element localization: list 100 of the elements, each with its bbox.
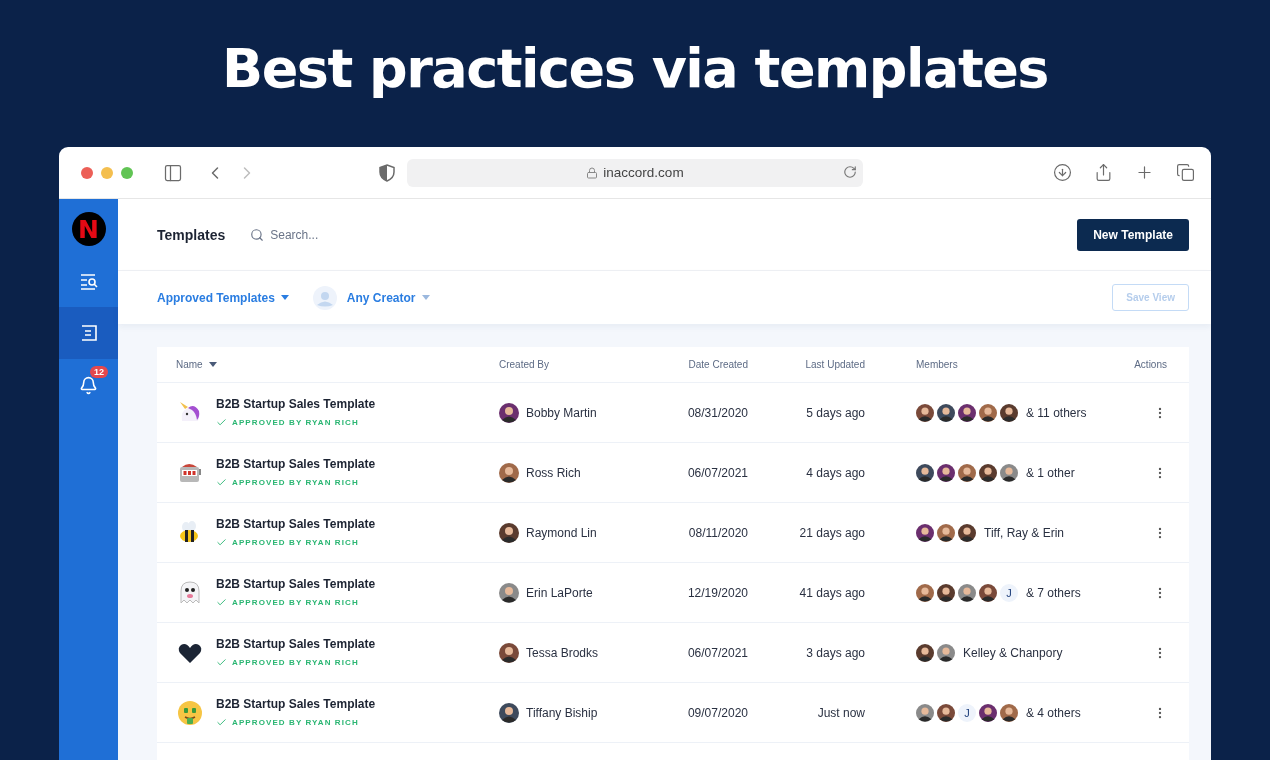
column-header[interactable]: Actions [1134,359,1167,370]
date-created: 06/07/2021 [687,465,748,480]
member-avatar [1000,463,1018,482]
member-avatar [958,403,976,422]
status-filter[interactable]: Approved Templates [157,290,289,305]
template-name[interactable]: B2B Startup Sales Template [216,637,376,651]
caret-icon [421,295,430,300]
member-avatar [979,403,997,422]
sidebar-item[interactable]: 12 [59,359,118,411]
share-icon[interactable] [1094,163,1113,182]
date-created: 12/19/2020 [687,585,748,600]
member-avatar [979,463,997,482]
creator-name: Bobby Martin [526,405,597,420]
approval-status: APPROVED BY RYAN RICH [232,418,359,427]
last-updated: Just now [817,705,865,720]
sidebar-item[interactable] [59,307,118,359]
date-created: 06/07/2021 [687,645,748,660]
member-avatar [916,643,934,662]
column-header[interactable]: Last Updated [805,359,865,370]
bell-icon [79,375,98,395]
member-initial: J [1000,583,1018,602]
approval-status: APPROVED BY RYAN RICH [232,658,359,667]
avatar [499,582,519,603]
template-name[interactable]: B2B Startup Sales Template [216,457,376,471]
address-bar[interactable]: inaccord.com [407,158,863,187]
member-avatar [916,403,934,422]
member-avatar [979,703,997,722]
creator-name: Tiffany Biship [526,705,598,720]
creator-name: Tessa Brodks [526,645,599,660]
members-summary: Tiff, Ray & Erin [984,525,1065,540]
check-icon [216,417,227,428]
template-name[interactable]: B2B Startup Sales Template [216,577,376,591]
column-header[interactable]: Date Created [688,359,748,370]
reload-icon[interactable] [843,164,857,179]
member-avatar [979,583,997,602]
last-updated: 5 days ago [806,405,865,420]
last-updated: 21 days ago [799,525,865,540]
search-list-icon [78,271,99,291]
avatar [499,462,519,483]
lock-icon [586,166,599,179]
avatar [499,702,519,723]
caret-icon [280,295,289,300]
column-header[interactable]: Created By [499,359,550,370]
logo[interactable]: N [71,212,106,246]
member-avatar [958,523,976,542]
creator-name: Ross Rich [526,465,581,480]
new-tab-icon[interactable] [1135,163,1154,182]
avatar [499,402,519,423]
headline: Best practices via templates [222,36,1048,102]
approval-status: APPROVED BY RYAN RICH [232,598,359,607]
member-avatar [937,523,955,542]
member-initial: J [958,703,976,722]
member-avatar [937,583,955,602]
template-name[interactable]: B2B Startup Sales Template [216,517,376,531]
check-icon [216,717,227,728]
approval-status: APPROVED BY RYAN RICH [232,478,359,487]
member-avatar [958,463,976,482]
check-icon [216,477,227,488]
page-title: Templates [157,226,226,243]
creator-name: Raymond Lin [526,525,597,540]
sidebar-toggle-icon[interactable] [163,162,183,183]
members-summary: & 1 other [1026,465,1075,480]
template-name[interactable]: B2B Startup Sales Template [216,397,376,411]
members-summary: & 7 others [1026,585,1081,600]
date-created: 09/07/2020 [687,705,748,720]
member-avatar [937,463,955,482]
members-summary: & 11 others [1026,405,1087,420]
member-avatar [1000,703,1018,722]
approval-status: APPROVED BY RYAN RICH [232,718,359,727]
money-face-icon [176,698,204,727]
close-button[interactable] [81,166,93,179]
tabs-icon[interactable] [1176,163,1195,182]
check-icon [216,537,227,548]
last-updated: 41 days ago [799,585,865,600]
date-created: 08/31/2020 [687,405,748,420]
new-template-button[interactable]: New Template [1077,218,1189,251]
avatar [499,642,519,663]
member-avatar [937,403,955,422]
members-summary: Kelley & Chanpory [963,645,1063,660]
check-icon [216,657,227,668]
date-created: 08/11/2020 [688,525,748,540]
notification-badge: 12 [90,366,108,378]
column-header[interactable]: Name [176,359,217,370]
caret-icon [208,362,217,367]
creator-filter[interactable]: Any Creator [346,290,430,305]
download-icon[interactable] [1053,163,1072,182]
member-avatar [916,463,934,482]
member-avatar [916,703,934,722]
approval-status: APPROVED BY RYAN RICH [232,538,359,547]
search-icon [250,227,265,242]
shield-icon[interactable] [379,163,395,182]
member-avatar [937,643,955,662]
avatar [499,522,519,543]
last-updated: 3 days ago [806,645,865,660]
member-avatar [1000,403,1018,422]
user-placeholder-icon [312,285,337,310]
member-avatar [916,583,934,602]
members-summary: & 4 others [1026,705,1081,720]
column-header[interactable]: Members [865,359,958,370]
template-name[interactable]: B2B Startup Sales Template [216,697,376,711]
